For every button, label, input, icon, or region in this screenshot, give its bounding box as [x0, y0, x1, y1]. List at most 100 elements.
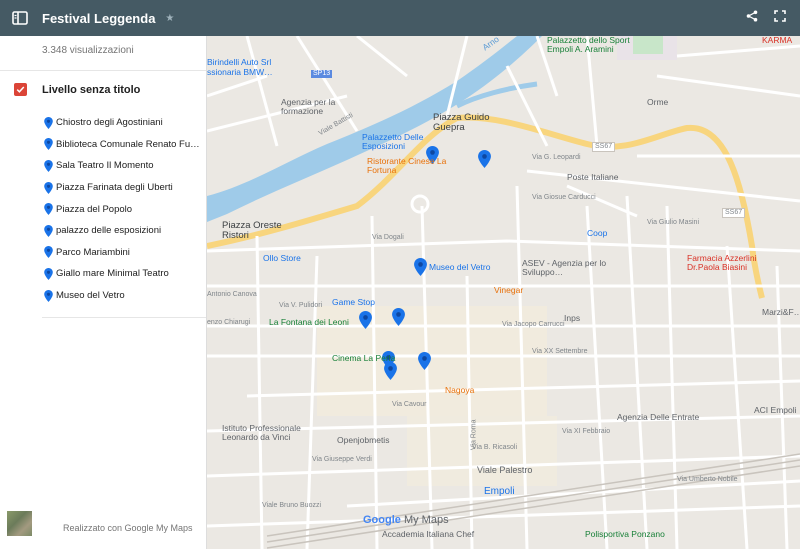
map-pin-icon[interactable] — [359, 311, 372, 329]
list-item[interactable]: palazzo delle esposizioni — [44, 220, 204, 242]
map-pin-icon[interactable] — [418, 352, 431, 370]
list-item[interactable]: Piazza Farinata degli Uberti — [44, 177, 204, 199]
list-item-label: Sala Teatro Il Momento — [56, 160, 154, 172]
street-label: Via Dogali — [372, 234, 404, 241]
list-item-label: Parco Mariambini — [56, 246, 130, 258]
list-item[interactable]: Piazza del Popolo — [44, 198, 204, 220]
divider — [42, 317, 206, 318]
map-pin-icon — [44, 159, 53, 172]
station-label: Empoli — [484, 486, 515, 497]
map-pin-icon — [44, 116, 53, 129]
map-pin-icon — [44, 246, 53, 259]
street-label: Via Giulio Masini — [647, 219, 700, 226]
list-item-label: Museo del Vetro — [56, 290, 125, 302]
layer-checkbox[interactable] — [14, 83, 27, 96]
street-label: Viale Palestro — [477, 465, 533, 475]
poi-label: ssionaria BMW… — [207, 67, 273, 77]
list-item[interactable]: Giallo mare Minimal Teatro — [44, 263, 204, 285]
poi-label: La Fontana dei Leoni — [269, 317, 349, 327]
my-maps-logo: My Maps — [403, 514, 449, 526]
map-pin-icon — [44, 181, 53, 194]
list-item[interactable]: Museo del Vetro — [44, 285, 204, 307]
google-logo: Google — [363, 514, 401, 526]
panel-footer: Realizzato con Google My Maps — [0, 507, 207, 549]
layer-title[interactable]: Livello senza titolo — [42, 84, 140, 96]
list-item-label: Biblioteca Comunale Renato Fu… — [56, 138, 200, 150]
list-item[interactable]: Biblioteca Comunale Renato Fu… — [44, 134, 204, 156]
poi-label: Inps — [564, 313, 581, 323]
poi-label: Museo del Vetro — [429, 262, 491, 272]
layer-header[interactable]: Livello senza titolo — [14, 83, 140, 96]
road-shield: SS67 — [592, 142, 616, 152]
map-pin-icon — [44, 289, 53, 302]
street-label: Via XX Settembre — [532, 348, 588, 355]
street-label: Via V. Pulidori — [279, 302, 323, 309]
map-pin-icon[interactable] — [392, 308, 405, 326]
google-my-maps-logo: Google My Maps — [363, 514, 449, 526]
poi-label: Cinema La Perla — [332, 353, 396, 363]
map-pin-icon — [44, 138, 53, 151]
poi-label: Palazzetto dello Sport Empoli A. Aramini — [547, 36, 630, 55]
poi-label: Agenzia Delle Entrate — [617, 412, 700, 422]
divider — [0, 70, 206, 71]
street-label: Viale Bruno Buozzi — [262, 502, 322, 509]
street-label: Via B. Ricasoli — [472, 444, 518, 451]
poi-label: ASEV - Agenzia per lo Sviluppo… — [522, 258, 607, 278]
poi-label: Polisportiva Ponzano — [585, 529, 665, 539]
place-label: Orme — [647, 97, 669, 107]
list-item-label: Piazza Farinata degli Uberti — [56, 182, 173, 194]
list-item-label: palazzo delle esposizioni — [56, 225, 162, 237]
map-pin-icon[interactable] — [414, 258, 427, 276]
map-pin-icon[interactable] — [384, 362, 397, 380]
list-item-label: Chiostro degli Agostiniani — [56, 117, 163, 129]
map-title: Festival Leggenda — [42, 10, 156, 26]
poi-label: Ristorante Cinese La Fortuna — [367, 156, 447, 176]
legend-panel: 3.348 visualizzazioni Livello senza tito… — [0, 36, 207, 549]
map-pin-icon[interactable] — [478, 150, 491, 168]
street-label: Via XI Febbraio — [562, 428, 611, 435]
street-label: Via G. Leopardi — [532, 154, 581, 161]
list-item[interactable]: Chiostro degli Agostiniani — [44, 112, 204, 134]
poi-label: Coop — [587, 228, 608, 238]
made-with-label: Realizzato con Google My Maps — [63, 523, 193, 533]
star-icon[interactable]: ★ — [165, 13, 174, 24]
street-label: Via Giosue Carducci — [532, 194, 596, 201]
poi-label: Palazzetto Delle Esposizioni — [362, 132, 424, 152]
map-canvas[interactable]: Birindelli Auto Srl ssionaria BMW… SP13 … — [207, 36, 800, 549]
street-label: enzo Chiarugi — [207, 319, 251, 326]
poi-label: Nagoya — [445, 385, 475, 395]
list-item[interactable]: Parco Mariambini — [44, 242, 204, 264]
place-list: Chiostro degli Agostiniani Biblioteca Co… — [44, 112, 204, 306]
map-pin-icon — [44, 267, 53, 280]
place-label: Piazza Oreste Ristori — [222, 220, 282, 242]
list-item-label: Piazza del Popolo — [56, 203, 133, 215]
share-icon[interactable] — [746, 9, 758, 27]
map-pin-icon — [44, 203, 53, 216]
view-count: 3.348 visualizzazioni — [42, 45, 134, 56]
street-label: Via Giuseppe Verdi — [312, 456, 372, 463]
street-label: Via Umberto Nobile — [677, 476, 738, 483]
map-thumbnail[interactable] — [7, 511, 32, 536]
top-bar: Festival Leggenda ★ — [0, 0, 800, 36]
poi-label: Agenzia per la formazione — [281, 97, 336, 117]
poi-label: Marzi&F… — [762, 307, 800, 317]
street-label: Via Cavour — [392, 401, 427, 408]
poi-label: KARMA — [762, 36, 793, 45]
list-item[interactable]: Sala Teatro Il Momento — [44, 155, 204, 177]
toggle-panel-icon[interactable] — [0, 0, 40, 36]
poi-label: Ollo Store — [263, 253, 301, 263]
poi-label: Poste Italiane — [567, 172, 619, 182]
poi-label: Openjobmetis — [337, 435, 390, 445]
street-label: Antonio Canova — [207, 291, 257, 298]
poi-label: Vinegar — [494, 285, 524, 295]
street-label: Via Jacopo Carrucci — [502, 321, 565, 328]
fullscreen-icon[interactable] — [774, 9, 786, 27]
list-item-label: Giallo mare Minimal Teatro — [56, 268, 169, 280]
road-shield: SS67 — [722, 208, 746, 218]
road-shield: SP13 — [311, 70, 333, 78]
poi-label: Farmacia Azzerlini Dr.Paola Biasini — [687, 253, 757, 273]
poi-label: Istituto Professionale Leonardo da Vinci — [222, 423, 301, 443]
poi-label: Birindelli Auto Srl — [207, 57, 272, 67]
poi-label: Game Stop — [332, 297, 375, 307]
map-pin-icon — [44, 224, 53, 237]
